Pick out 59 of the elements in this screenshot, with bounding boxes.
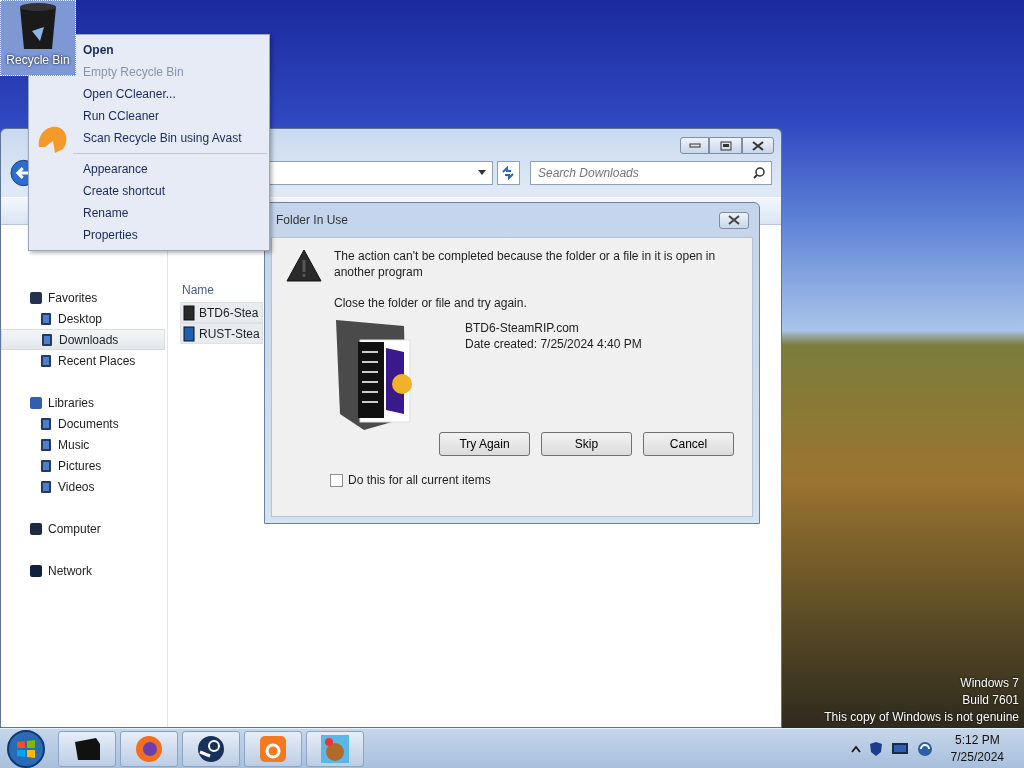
dialog-message: The action can't be completed because the folder or a file in it is open in another program [334, 248, 717, 280]
checkbox-label[interactable]: Do this for all current items [348, 471, 491, 489]
menu-item[interactable]: Appearance [79, 158, 269, 180]
menu-item[interactable]: Scan Recycle Bin using Avast [79, 127, 269, 149]
caret-icon[interactable] [477, 170, 486, 176]
nav-item[interactable]: Pictures [1, 455, 165, 476]
network-icon[interactable] [916, 740, 933, 757]
nav-item[interactable]: Libraries [1, 392, 165, 413]
menu-item[interactable]: Rename [79, 202, 269, 224]
menu-item[interactable]: Properties [79, 224, 269, 246]
warning-icon [286, 248, 322, 284]
clock[interactable]: 5:12 PM 7/25/2024 [950, 731, 1004, 766]
close-icon [752, 140, 764, 151]
file-name: BTD6-SteamRIP.com [465, 320, 580, 336]
file-icon [183, 325, 195, 342]
menu-item[interactable]: Open CCleaner... [79, 83, 269, 105]
start-button[interactable] [6, 728, 46, 768]
file-item[interactable]: RUST-Stea [180, 323, 263, 344]
nav-item[interactable]: Computer [1, 518, 165, 539]
search-icon[interactable] [753, 167, 765, 179]
close-button[interactable] [742, 137, 774, 154]
cube-icon [72, 735, 102, 762]
nav-item[interactable]: Documents [1, 413, 165, 434]
activation-notice: Build 7601 [961, 692, 1019, 709]
maximize-icon [719, 140, 732, 151]
dialog-title: Folder In Use [276, 212, 349, 229]
file-icon [183, 304, 195, 321]
nav-item[interactable]: Favorites [1, 287, 165, 308]
close-icon [728, 215, 740, 225]
dialog-button[interactable]: Try Again [439, 432, 530, 456]
maximize-button[interactable] [709, 137, 742, 154]
close-button[interactable] [719, 211, 749, 229]
nav-item[interactable]: Downloads [1, 329, 165, 350]
nav-item[interactable]: Network [1, 560, 165, 581]
dialog-button[interactable]: Skip [541, 432, 632, 456]
menu-item[interactable]: Open [79, 39, 269, 61]
activation-notice: Windows 7 [959, 675, 1019, 692]
menu-item[interactable]: Run CCleaner [79, 105, 269, 127]
refresh-button[interactable] [496, 161, 520, 185]
nav-item[interactable]: Videos [1, 476, 165, 497]
minimize-icon [688, 142, 701, 149]
file-item[interactable]: BTD6-Stea [180, 302, 263, 323]
checkbox[interactable] [330, 473, 343, 487]
activation-notice: This copy of Windows is not genuine [824, 709, 1019, 726]
nav-item[interactable]: Music [1, 434, 165, 455]
search-field[interactable]: Search Downloads [530, 161, 772, 185]
file-date: Date created: 7/25/2024 4:40 PM [465, 336, 642, 352]
nav-item[interactable]: Recent Places [1, 350, 165, 371]
taskbar-button[interactable] [120, 730, 178, 767]
taskbar-button[interactable] [58, 730, 116, 767]
dialog-button[interactable]: Cancel [643, 432, 734, 456]
shield-icon[interactable] [868, 740, 883, 757]
nav-item[interactable]: Desktop [1, 308, 165, 329]
refresh-icon [501, 166, 516, 180]
dialog-instruction: Close the folder or file and try again. [334, 295, 528, 312]
monitor-icon[interactable] [890, 741, 909, 756]
tray-chevron-icon[interactable] [850, 744, 861, 753]
menu-item[interactable]: Create shortcut [79, 180, 269, 202]
taskbar-button[interactable] [182, 730, 240, 767]
